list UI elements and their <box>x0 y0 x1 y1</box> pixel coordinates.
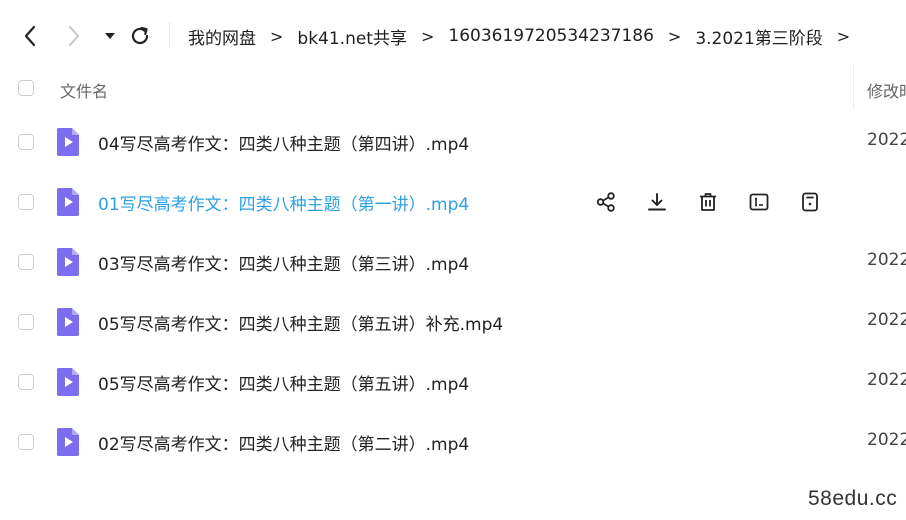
column-divider[interactable] <box>853 64 854 110</box>
breadcrumb-item-folder[interactable]: 1603619720534237186 <box>448 26 654 46</box>
refresh-button[interactable] <box>128 22 152 50</box>
file-modified-date: 2022 <box>867 130 906 150</box>
toolbar-divider <box>169 22 170 48</box>
row-checkbox[interactable] <box>18 254 34 270</box>
file-modified-date: 2022 <box>867 370 906 390</box>
watermark: 58edu.cc <box>808 487 898 510</box>
file-modified-date: 2022 <box>867 430 906 450</box>
video-file-icon <box>56 247 80 277</box>
breadcrumb-separator: > <box>420 26 435 46</box>
caret-down-icon <box>105 33 115 39</box>
column-header-name[interactable]: 文件名 <box>60 78 108 102</box>
select-all-checkbox[interactable] <box>18 80 34 96</box>
file-row[interactable]: 05写尽高考作文：四类八种主题（第五讲）补充.mp4 2022 <box>0 292 906 352</box>
breadcrumb-item-share[interactable]: bk41.net共享 <box>297 24 407 49</box>
chevron-right-icon <box>69 26 79 46</box>
file-name[interactable]: 04写尽高考作文：四类八种主题（第四讲）.mp4 <box>98 130 469 155</box>
file-name[interactable]: 05写尽高考作文：四类八种主题（第五讲）补充.mp4 <box>98 310 503 335</box>
file-name[interactable]: 03写尽高考作文：四类八种主题（第三讲）.mp4 <box>98 250 469 275</box>
row-checkbox[interactable] <box>18 194 34 210</box>
share-icon <box>596 192 615 212</box>
history-dropdown-button[interactable] <box>98 22 122 50</box>
row-checkbox[interactable] <box>18 314 34 330</box>
download-button[interactable] <box>643 188 671 216</box>
file-list-header: 文件名 修改时 <box>0 64 906 110</box>
breadcrumb-separator: > <box>270 26 284 46</box>
breadcrumb-separator: > <box>836 26 851 46</box>
details-icon <box>802 192 818 212</box>
file-row[interactable]: 03写尽高考作文：四类八种主题（第三讲）.mp4 2022 <box>0 232 906 292</box>
refresh-icon <box>131 26 149 45</box>
details-button[interactable] <box>796 188 824 216</box>
video-file-icon <box>56 307 80 337</box>
row-checkbox[interactable] <box>18 134 34 150</box>
row-checkbox[interactable] <box>18 434 34 450</box>
column-header-modified[interactable]: 修改时 <box>867 78 906 102</box>
video-file-icon <box>56 367 80 397</box>
delete-button[interactable] <box>694 188 722 216</box>
chevron-left-icon <box>24 25 36 47</box>
download-icon <box>648 193 666 211</box>
back-button[interactable] <box>18 22 42 50</box>
file-name[interactable]: 01写尽高考作文：四类八种主题（第一讲）.mp4 <box>98 190 469 215</box>
file-name[interactable]: 05写尽高考作文：四类八种主题（第五讲）.mp4 <box>98 370 469 395</box>
breadcrumb: 我的网盘 > bk41.net共享 > 1603619720534237186 … <box>188 22 864 50</box>
file-row[interactable]: 04写尽高考作文：四类八种主题（第四讲）.mp4 2022 <box>0 112 906 172</box>
file-row[interactable]: 02写尽高考作文：四类八种主题（第二讲）.mp4 2022 <box>0 412 906 472</box>
file-row[interactable]: 05写尽高考作文：四类八种主题（第五讲）.mp4 2022 <box>0 352 906 412</box>
forward-button[interactable] <box>62 22 86 50</box>
row-checkbox[interactable] <box>18 374 34 390</box>
toolbar: 我的网盘 > bk41.net共享 > 1603619720534237186 … <box>0 0 906 70</box>
delete-icon <box>700 193 716 211</box>
breadcrumb-item-root[interactable]: 我的网盘 <box>188 24 256 49</box>
video-file-icon <box>56 427 80 457</box>
file-name[interactable]: 02写尽高考作文：四类八种主题（第二讲）.mp4 <box>98 430 469 455</box>
video-file-icon <box>56 187 80 217</box>
video-file-icon <box>56 127 80 157</box>
file-modified-date: 2022 <box>867 250 906 270</box>
rename-icon <box>749 193 769 211</box>
rename-button[interactable] <box>745 188 773 216</box>
breadcrumb-item-current[interactable]: 3.2021第三阶段 <box>695 24 822 49</box>
file-modified-date: 2022 <box>867 310 906 330</box>
breadcrumb-separator: > <box>667 26 682 46</box>
file-row[interactable]: 01写尽高考作文：四类八种主题（第一讲）.mp4 <box>0 172 906 232</box>
row-actions <box>592 188 847 216</box>
share-button[interactable] <box>592 188 620 216</box>
